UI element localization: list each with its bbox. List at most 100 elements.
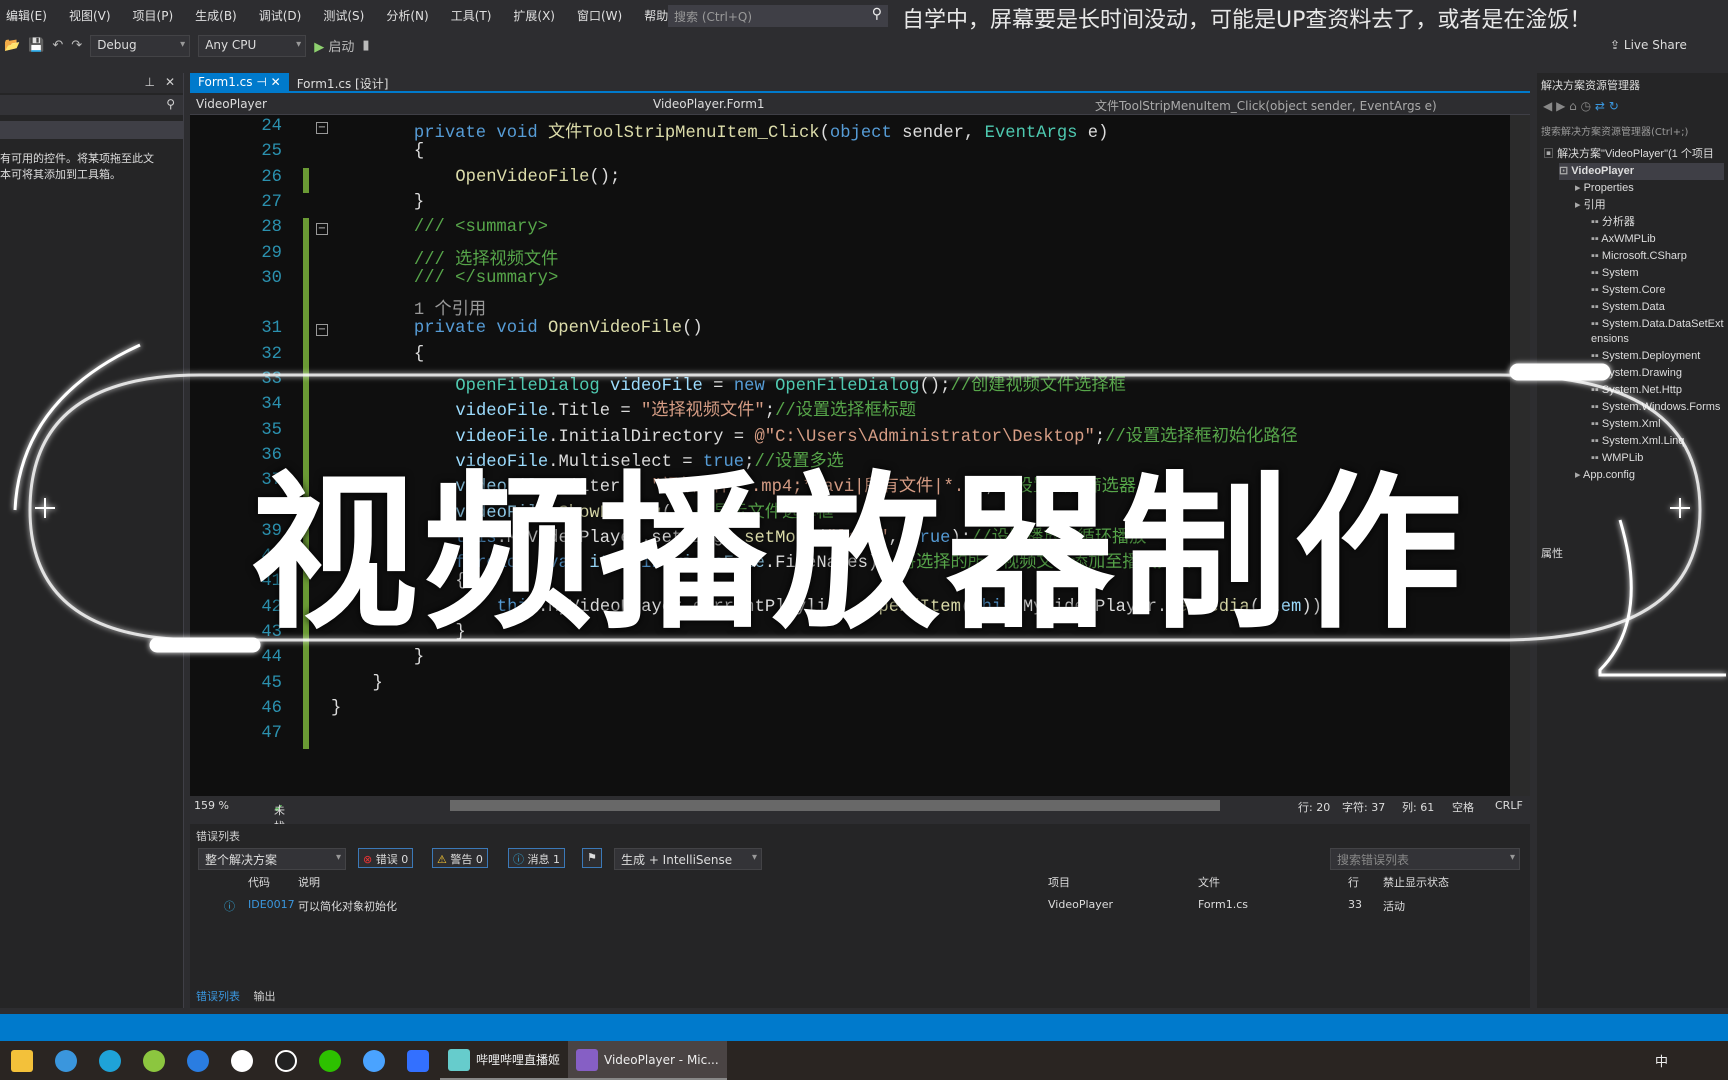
live-share-button[interactable]: ⇪ Live Share: [1610, 38, 1687, 52]
app-plus-icon[interactable]: [132, 1041, 176, 1080]
sync-icon[interactable]: ⇄: [1595, 99, 1605, 113]
tree-item[interactable]: ▸ 引用: [1575, 197, 1724, 214]
qq-icon[interactable]: [264, 1041, 308, 1080]
solution-search-input[interactable]: 搜索解决方案资源管理器(Ctrl+;): [1541, 123, 1688, 138]
refresh-icon[interactable]: ↻: [1609, 99, 1619, 113]
tree-item[interactable]: ⊡ VideoPlayer: [1559, 163, 1724, 180]
column-line[interactable]: 行: [1348, 874, 1359, 894]
start-button[interactable]: ▶ 启动: [314, 36, 354, 55]
code-line[interactable]: 1 个引用: [414, 294, 486, 320]
menu-item[interactable]: 编辑(E): [6, 7, 59, 24]
back-icon[interactable]: ◀: [1543, 99, 1552, 113]
tree-item[interactable]: ▪▪ Microsoft.CSharp: [1591, 248, 1724, 265]
code-line[interactable]: /// </summary>: [414, 269, 558, 288]
wechat-icon[interactable]: [308, 1041, 352, 1080]
taskbar-app-visual-studio[interactable]: VideoPlayer - Mic...: [568, 1041, 727, 1080]
error-code-link[interactable]: IDE0017: [248, 898, 295, 911]
toolbox-group[interactable]: [0, 121, 183, 139]
code-line[interactable]: /// 选择视频文件: [414, 244, 558, 270]
member-dropdown[interactable]: 文件ToolStripMenuItem_Click(object sender,…: [1095, 97, 1437, 114]
tree-item[interactable]: ▪▪ System.Xml.Linq: [1591, 433, 1724, 450]
vertical-scrollbar[interactable]: [1510, 115, 1530, 796]
undo-icon[interactable]: ↶: [52, 38, 63, 53]
pin-icon[interactable]: ⊣: [256, 75, 266, 89]
taskbar-app-bilibili-live[interactable]: 哔哩哔哩直播姬: [440, 1041, 569, 1080]
tree-item[interactable]: ▸ App.config: [1575, 467, 1724, 484]
menu-item[interactable]: 测试(S): [323, 7, 376, 24]
menu-item[interactable]: 扩展(X): [513, 7, 567, 24]
config-select[interactable]: Debug: [90, 34, 191, 57]
code-line[interactable]: private void OpenVideoFile(): [414, 319, 703, 338]
menu-item[interactable]: 工具(T): [451, 7, 504, 24]
messages-filter[interactable]: ⓘ 消息 1: [508, 848, 565, 868]
menu-item[interactable]: 项目(P): [133, 7, 186, 24]
baidu-netdisk-icon[interactable]: [220, 1041, 264, 1080]
tree-item[interactable]: ▪▪ System.Drawing: [1591, 365, 1724, 382]
browser-icon[interactable]: [352, 1041, 396, 1080]
redo-icon[interactable]: ↷: [71, 38, 82, 53]
menu-item[interactable]: 分析(N): [386, 7, 440, 24]
tree-item[interactable]: ▪▪ 分析器: [1591, 214, 1724, 231]
home-icon[interactable]: ⌂: [1569, 99, 1577, 113]
kugou-icon[interactable]: [176, 1041, 220, 1080]
tree-item[interactable]: ▪▪ System.Net.Http: [1591, 382, 1724, 399]
save-icon[interactable]: 💾: [28, 38, 44, 53]
collapse-icon[interactable]: −: [316, 122, 328, 134]
tab-output[interactable]: 输出: [254, 990, 276, 1003]
search-icon[interactable]: [44, 1041, 88, 1080]
column-suppression[interactable]: 禁止显示状态: [1383, 874, 1449, 894]
code-line[interactable]: }: [372, 674, 382, 693]
close-icon[interactable]: ✕: [271, 75, 281, 89]
collapse-icon[interactable]: −: [316, 324, 328, 337]
menu-item[interactable]: 生成(B): [195, 7, 249, 24]
code-line[interactable]: }: [414, 193, 424, 212]
tree-item[interactable]: ▪▪ System.Xml: [1591, 416, 1724, 433]
code-line[interactable]: private void 文件ToolStripMenuItem_Click(o…: [414, 117, 1109, 143]
pin-icon[interactable]: ⊥: [145, 75, 155, 89]
tree-item[interactable]: ▪▪ System.Windows.Forms: [1591, 399, 1724, 416]
file-explorer-icon[interactable]: [0, 1041, 44, 1080]
scope-select[interactable]: 整个解决方案: [198, 848, 346, 870]
platform-select[interactable]: Any CPU: [198, 34, 307, 57]
tree-item[interactable]: ▪▪ System.Data: [1591, 299, 1724, 316]
menu-item[interactable]: 窗口(W): [577, 7, 634, 24]
history-icon[interactable]: ◷: [1581, 99, 1591, 113]
edge-icon[interactable]: [88, 1041, 132, 1080]
search-box[interactable]: 搜索 (Ctrl+Q) ⚲: [668, 5, 888, 27]
tab-form1-cs[interactable]: Form1.cs ⊣ ✕: [190, 73, 289, 93]
tree-item[interactable]: ▪▪ AxWMPLib: [1591, 231, 1724, 248]
horizontal-scrollbar[interactable]: [450, 800, 1220, 811]
whitespace-indicator[interactable]: 空格: [1452, 799, 1474, 815]
toolbox-search[interactable]: ⚲: [0, 95, 183, 115]
code-line[interactable]: /// <summary>: [414, 218, 548, 237]
warnings-filter[interactable]: ⚠ 警告 0: [432, 848, 488, 868]
tree-item[interactable]: ▪▪ System.Data.DataSetExtensions: [1591, 316, 1724, 348]
forward-icon[interactable]: ▶: [1556, 99, 1565, 113]
feishu-icon[interactable]: [396, 1041, 440, 1080]
column-project[interactable]: 项目: [1048, 874, 1070, 894]
bookmark-icon[interactable]: ▮: [362, 38, 369, 53]
filter-icon[interactable]: ⚑: [582, 848, 602, 868]
eol-indicator[interactable]: CRLF: [1495, 799, 1523, 812]
collapse-icon[interactable]: −: [316, 223, 328, 236]
code-line[interactable]: OpenFileDialog videoFile = new OpenFileD…: [455, 370, 1125, 396]
open-icon[interactable]: 📂: [4, 38, 20, 53]
close-icon[interactable]: ✕: [165, 75, 175, 89]
tree-item[interactable]: ▪▪ WMPLib: [1591, 450, 1724, 467]
column-code[interactable]: 代码: [248, 874, 270, 894]
tab-form1-design[interactable]: Form1.cs [设计]: [289, 73, 397, 93]
class-dropdown[interactable]: VideoPlayer.Form1: [653, 97, 765, 111]
tree-item[interactable]: ▣ 解决方案"VideoPlayer"(1 个项目: [1543, 146, 1724, 163]
tab-error-list[interactable]: 错误列表: [196, 990, 240, 1003]
tree-item[interactable]: ▸ Properties: [1575, 180, 1724, 197]
tree-item[interactable]: ▪▪ System.Deployment: [1591, 348, 1724, 365]
menu-item[interactable]: 视图(V): [69, 7, 123, 24]
column-description[interactable]: 说明: [298, 874, 320, 894]
project-dropdown[interactable]: VideoPlayer: [196, 97, 267, 111]
code-line[interactable]: {: [414, 142, 424, 161]
ime-indicator[interactable]: 中: [1655, 1051, 1668, 1070]
code-line[interactable]: {: [414, 345, 424, 364]
tree-item[interactable]: ▪▪ System.Core: [1591, 282, 1724, 299]
code-line[interactable]: OpenVideoFile();: [455, 168, 620, 187]
source-select[interactable]: 生成 + IntelliSense: [614, 848, 762, 870]
